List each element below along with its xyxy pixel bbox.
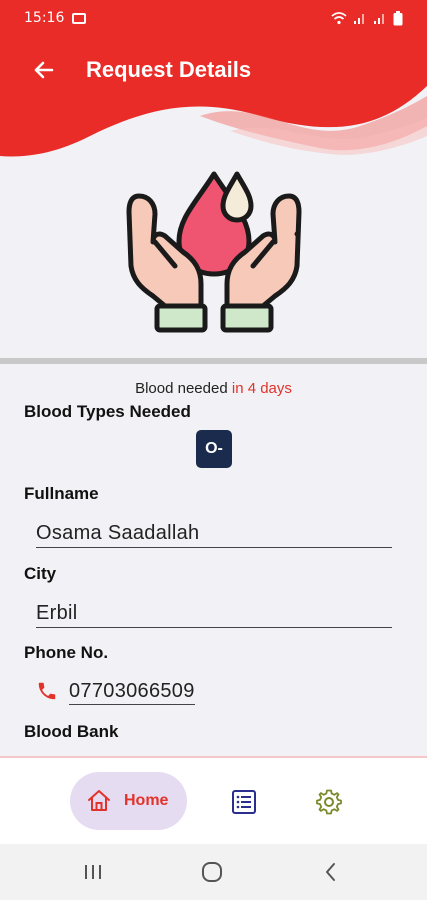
phone-icon[interactable] — [36, 680, 58, 702]
nav-home-button[interactable]: Home — [70, 772, 187, 830]
hands-holding-blood-drop-icon — [126, 171, 302, 333]
blood-needed-line: Blood needed in 4 days — [0, 380, 427, 397]
blood-bank-label: Blood Bank — [24, 722, 119, 741]
signal-icon — [354, 14, 364, 24]
header-wave — [0, 36, 427, 157]
app-header: Request Details — [0, 36, 427, 166]
status-time: 15:16 — [24, 10, 65, 26]
image-icon — [72, 12, 87, 24]
recents-icon[interactable] — [82, 860, 104, 884]
signal-icon — [374, 14, 384, 24]
page-title: Request Details — [86, 57, 252, 82]
fullname-label: Fullname — [24, 484, 99, 503]
status-icons — [331, 10, 403, 26]
gear-icon[interactable] — [315, 788, 343, 816]
blood-type-chip: O- — [196, 430, 232, 468]
city-label: City — [24, 564, 57, 583]
nav-home-label: Home — [124, 792, 169, 809]
phone-field[interactable]: 07703066509 — [69, 680, 195, 705]
list-icon[interactable] — [230, 788, 258, 816]
home-icon — [88, 790, 110, 811]
fullname-field: Osama Saadallah — [36, 522, 392, 548]
city-field: Erbil — [36, 602, 392, 628]
arrow-left-icon[interactable] — [30, 56, 58, 84]
blood-types-label: Blood Types Needed — [24, 402, 191, 421]
system-nav-bar — [0, 844, 427, 900]
back-chevron-icon[interactable] — [320, 860, 342, 884]
request-details: Blood needed in 4 days Blood Types Neede… — [0, 364, 427, 756]
blood-needed-prefix: Blood needed — [135, 380, 232, 397]
hero-illustration — [0, 160, 427, 360]
bottom-nav: Home — [0, 756, 427, 844]
blood-needed-when: in 4 days — [231, 380, 292, 397]
wifi-icon — [331, 12, 347, 25]
phone-label: Phone No. — [24, 643, 109, 662]
battery-icon — [393, 10, 403, 25]
home-circle-icon[interactable] — [200, 860, 224, 884]
status-bar: 15:16 — [0, 0, 427, 36]
